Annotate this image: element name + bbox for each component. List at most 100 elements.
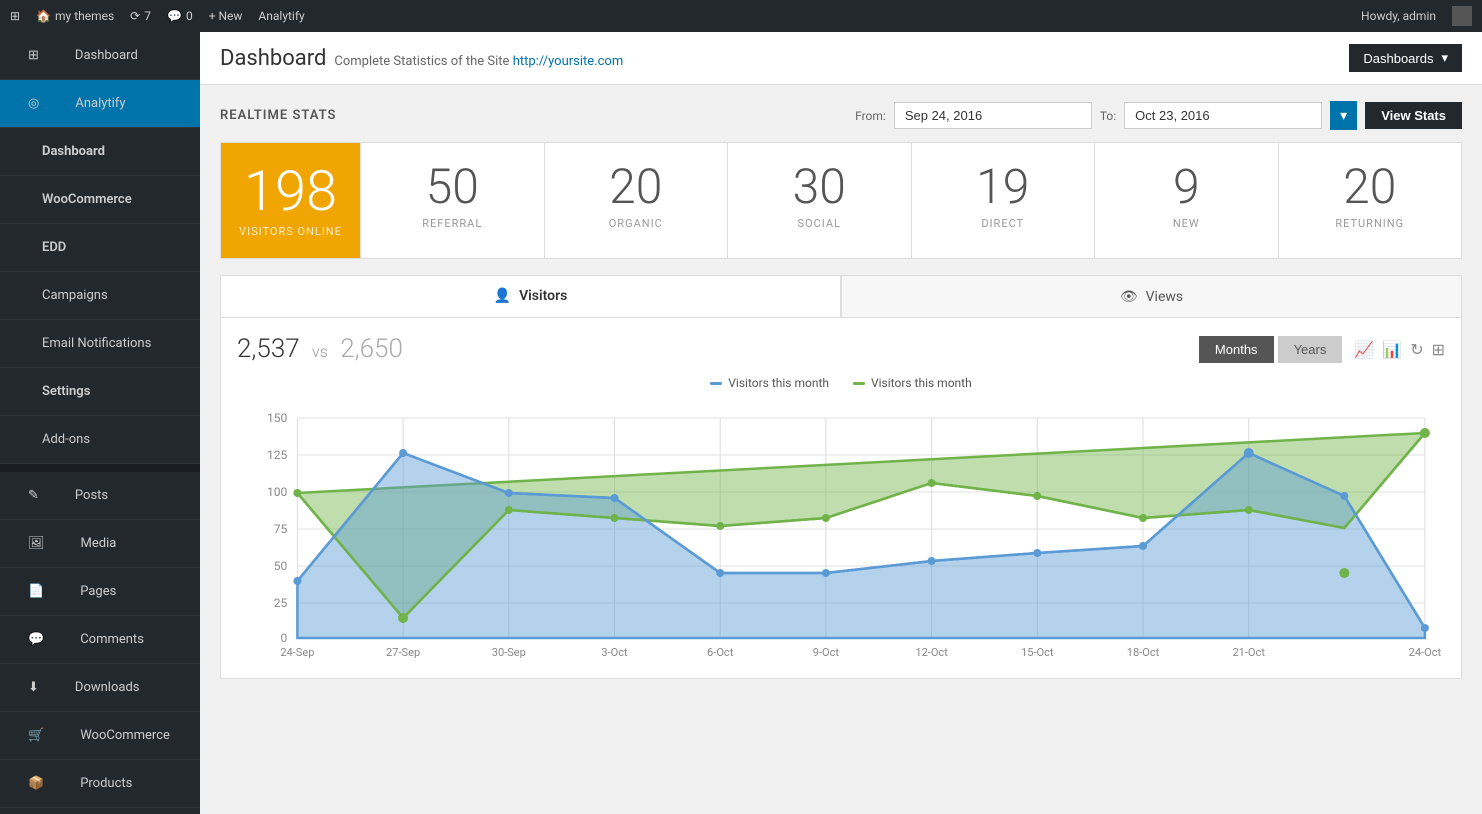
tab-visitors[interactable]: 👤 Visitors: [220, 275, 841, 317]
svg-text:30-Sep: 30-Sep: [492, 646, 526, 658]
svg-text:75: 75: [274, 522, 288, 536]
organic-number: 20: [561, 163, 712, 211]
sidebar-item-campaigns[interactable]: Campaigns: [0, 272, 200, 320]
to-date-input[interactable]: [1124, 102, 1322, 129]
stat-returning: 20 RETURNING: [1279, 143, 1462, 258]
svg-text:21-Oct: 21-Oct: [1232, 646, 1265, 658]
page-header: Dashboard Complete Statistics of the Sit…: [200, 32, 1482, 85]
sidebar-item-analytify[interactable]: ◎Analytify: [0, 80, 200, 128]
blue-dot: [1244, 448, 1254, 458]
legend-previous: Visitors this month: [853, 376, 972, 390]
organic-label: ORGANIC: [561, 217, 712, 230]
download-icon[interactable]: ⊞: [1432, 340, 1445, 359]
analytify-icon: ◎: [14, 88, 53, 119]
green-dot: [610, 514, 618, 522]
admin-bar: ⊞ 🏠 my themes ⟳ 7 💬 0 + New Analytify Ho…: [0, 0, 1482, 32]
downloads-icon: ⬇: [14, 672, 53, 703]
chart-container: 2,537 vs 2,650 Months Years 📈 📊 ↻: [220, 317, 1462, 679]
tab-views[interactable]: 👁 Views: [841, 275, 1462, 317]
sidebar-item-woocommerce2[interactable]: 🛒WooCommerce: [0, 712, 200, 760]
updates-icon: ⟳: [130, 9, 140, 23]
sidebar-item-appearance[interactable]: 🎨Appearance: [0, 808, 200, 814]
green-dot: [505, 506, 513, 514]
svg-text:50: 50: [274, 559, 288, 573]
green-dot: [928, 479, 936, 487]
stats-row: 198 VISITORS ONLINE 50 REFERRAL 20 ORGAN…: [220, 142, 1462, 259]
green-dot: [822, 514, 830, 522]
sidebar-item-dashboard-sub[interactable]: Dashboard: [0, 128, 200, 176]
green-dot: [293, 489, 301, 497]
views-icon: 👁: [1120, 289, 1138, 305]
sidebar-item-downloads[interactable]: ⬇Downloads: [0, 664, 200, 712]
green-dot: [1245, 506, 1253, 514]
sidebar: ⊞Dashboard ◎Analytify Dashboard WooComme…: [0, 32, 200, 814]
blue-dot: [1340, 492, 1348, 500]
products-icon: 📦: [14, 768, 58, 799]
dashboards-button[interactable]: Dashboards ▾: [1349, 44, 1462, 72]
view-stats-button[interactable]: View Stats: [1365, 102, 1462, 129]
returning-number: 20: [1295, 163, 1446, 211]
svg-text:100: 100: [267, 485, 288, 499]
stat-social: 30 SOCIAL: [728, 143, 912, 258]
chart-wrapper: 150 125 100 75 50 25 0 24-Sep 27-Sep 30-…: [237, 398, 1445, 662]
blue-dot: [293, 577, 301, 585]
direct-number: 19: [928, 163, 1079, 211]
stat-new: 9 NEW: [1095, 143, 1279, 258]
returning-label: RETURNING: [1295, 217, 1446, 230]
page-title: Dashboard: [220, 46, 326, 71]
legend-current-label: Visitors this month: [728, 376, 829, 390]
sidebar-item-edd[interactable]: EDD: [0, 224, 200, 272]
chart-legend: Visitors this month Visitors this month: [237, 376, 1445, 390]
social-number: 30: [744, 163, 895, 211]
sidebar-item-comments[interactable]: 💬Comments: [0, 616, 200, 664]
years-button[interactable]: Years: [1278, 336, 1343, 363]
from-date-input[interactable]: [894, 102, 1092, 129]
months-button[interactable]: Months: [1199, 336, 1274, 363]
sidebar-item-pages[interactable]: 📄Pages: [0, 568, 200, 616]
realtime-title: REALTIME STATS: [220, 108, 336, 123]
stat-referral: 50 REFERRAL: [361, 143, 545, 258]
line-chart-icon[interactable]: 📈: [1354, 340, 1374, 359]
legend-blue-dot: [710, 382, 722, 385]
updates-item[interactable]: ⟳ 7: [130, 9, 151, 23]
sidebar-item-settings[interactable]: Settings: [0, 368, 200, 416]
comments-item[interactable]: 💬 0: [167, 9, 193, 23]
green-dot: [398, 613, 408, 623]
social-label: SOCIAL: [744, 217, 895, 230]
chevron-down-icon: ▾: [1441, 50, 1448, 66]
blue-dot: [399, 449, 407, 457]
analytify-item[interactable]: Analytify: [258, 9, 304, 23]
stat-visitors-online: 198 VISITORS ONLINE: [221, 143, 361, 258]
blue-dot: [610, 494, 618, 502]
sidebar-item-media[interactable]: 🖼Media: [0, 520, 200, 568]
woocommerce-icon: 🛒: [14, 720, 58, 751]
sidebar-item-add-ons[interactable]: Add-ons: [0, 416, 200, 464]
sidebar-item-dashboard[interactable]: ⊞Dashboard: [0, 32, 200, 80]
direct-label: DIRECT: [928, 217, 1079, 230]
svg-text:18-Oct: 18-Oct: [1127, 646, 1160, 658]
refresh-icon[interactable]: ↻: [1410, 340, 1423, 359]
blue-dot: [928, 557, 936, 565]
date-calendar-button[interactable]: ▾: [1330, 101, 1357, 130]
sidebar-item-posts[interactable]: ✎Posts: [0, 472, 200, 520]
stat-direct: 19 DIRECT: [912, 143, 1096, 258]
greeting: Howdy, admin: [1361, 9, 1436, 23]
chart-header: 2,537 vs 2,650 Months Years 📈 📊 ↻: [237, 334, 1445, 364]
sidebar-item-products[interactable]: 📦Products: [0, 760, 200, 808]
site-name[interactable]: 🏠 my themes: [36, 9, 114, 23]
wp-logo-icon[interactable]: ⊞: [10, 9, 20, 23]
bar-chart-icon[interactable]: 📊: [1382, 340, 1402, 359]
comment-icon: 💬: [167, 9, 182, 23]
site-url-link[interactable]: http://yoursite.com: [513, 54, 624, 69]
sidebar-item-email-notifications[interactable]: Email Notifications: [0, 320, 200, 368]
vs-label: vs: [312, 342, 328, 361]
sidebar-item-woocommerce[interactable]: WooCommerce: [0, 176, 200, 224]
stat-organic: 20 ORGANIC: [545, 143, 729, 258]
visitors-online-number: 198: [237, 163, 344, 219]
svg-text:24-Sep: 24-Sep: [280, 646, 314, 658]
blue-dot: [716, 569, 724, 577]
chart-stats: 2,537 vs 2,650: [237, 334, 403, 364]
from-label: From:: [855, 109, 886, 123]
posts-icon: ✎: [14, 480, 53, 511]
new-item[interactable]: + New: [209, 9, 243, 23]
